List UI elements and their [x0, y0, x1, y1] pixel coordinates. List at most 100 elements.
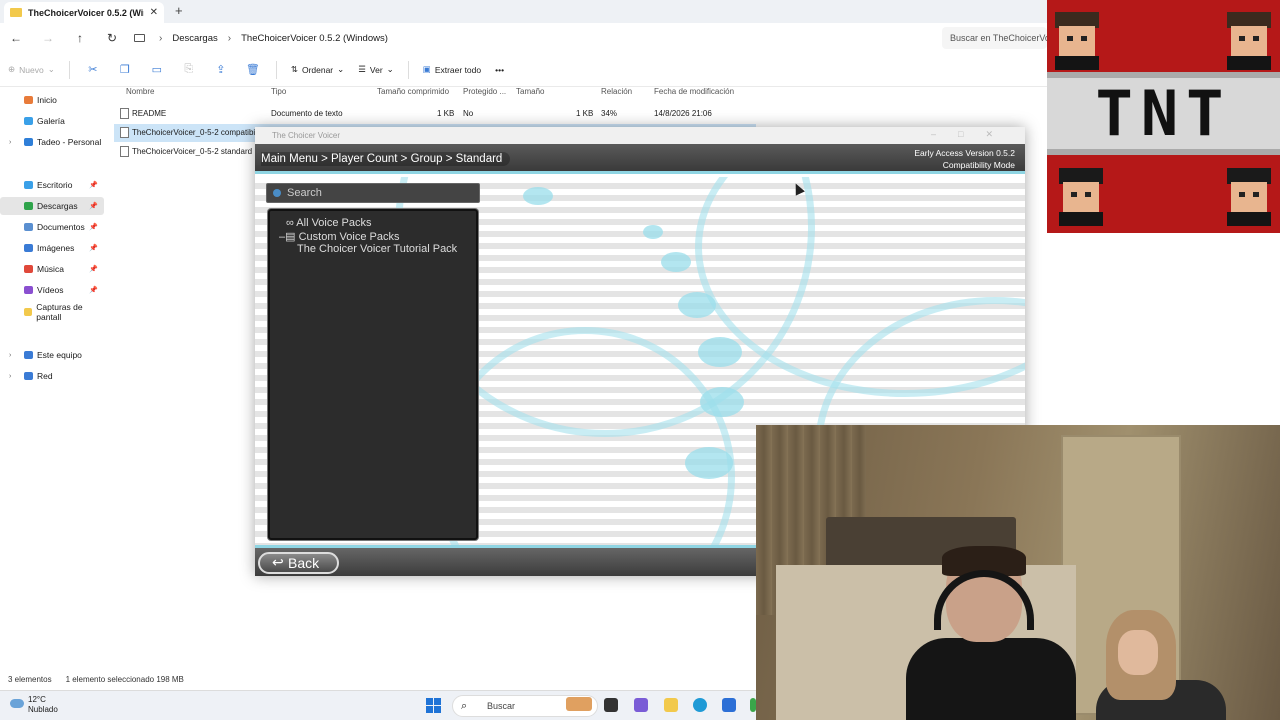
column-header-name[interactable]: Nombre: [126, 87, 154, 101]
video-icon: [24, 286, 33, 294]
back-button[interactable]: ↩ Back: [258, 552, 339, 574]
weather-condition: Nublado: [28, 705, 58, 714]
list-item-all-voice-packs[interactable]: ∞ All Voice Packs: [270, 217, 476, 230]
chevron-down-icon: ⌄: [337, 64, 345, 74]
folder-collapse-icon[interactable]: –▤: [279, 231, 296, 243]
file-modified: 14/8/2026 21:06: [654, 109, 712, 118]
forward-arrow-icon[interactable]: →: [32, 31, 64, 45]
column-header-size[interactable]: Tamaño: [516, 87, 544, 101]
menu-breadcrumb: Main Menu > Player Count > Group > Stand…: [261, 152, 511, 166]
address-bar: ← → ↑ ↻ › Descargas › TheChoicerVoicer 0…: [0, 23, 1047, 53]
pin-icon: 📌: [89, 203, 98, 210]
back-arrow-icon[interactable]: ←: [0, 31, 32, 45]
column-header-ratio[interactable]: Relación: [601, 87, 632, 101]
explorer-tab[interactable]: TheChoicerVoicer 0.5.2 (Wind ✕: [4, 2, 164, 23]
extract-label: Extraer todo: [434, 64, 482, 75]
copy-icon[interactable]: ❐: [116, 63, 134, 76]
delete-icon[interactable]: 🗑: [244, 63, 262, 76]
column-header-modified[interactable]: Fecha de modificación: [654, 87, 734, 101]
view-button[interactable]: ☰ Ver ⌄: [358, 64, 394, 75]
sidebar-item-home[interactable]: Inicio: [0, 91, 104, 109]
sidebar-item-label: Capturas de pantall: [36, 302, 83, 322]
extract-icon: ▣: [422, 64, 431, 74]
pixel-avatar: [1227, 12, 1271, 70]
list-item-custom-voice-packs[interactable]: –▤ Custom Voice Packs: [270, 230, 476, 243]
streamer: [906, 546, 1076, 720]
store-icon[interactable]: [722, 698, 736, 712]
task-view-icon[interactable]: [604, 698, 618, 712]
background-bubble: [643, 225, 663, 239]
sidebar-item-label: Galería: [37, 116, 65, 126]
sidebar-item-documents[interactable]: Documentos 📌: [0, 218, 104, 236]
edge-icon[interactable]: [693, 698, 707, 712]
up-arrow-icon[interactable]: ↑: [64, 31, 96, 45]
sidebar-item-screenshots[interactable]: Capturas de pantall: [0, 302, 104, 322]
table-row[interactable]: README Documento de texto 1 KB No 1 KB 3…: [114, 105, 756, 123]
list-item-tutorial-pack[interactable]: The Choicer Voicer Tutorial Pack: [270, 243, 476, 256]
search-highlight-icon[interactable]: [566, 697, 592, 711]
weather-widget[interactable]: 12°C Nublado: [10, 695, 58, 715]
tab-title: TheChoicerVoicer 0.5.2 (Wind: [28, 7, 144, 18]
sidebar-item-desktop[interactable]: Escritorio 📌: [0, 176, 104, 194]
chevron-right-icon[interactable]: ›: [9, 352, 11, 359]
mode-label: Compatibility Mode: [942, 160, 1015, 170]
sidebar-item-music[interactable]: Música 📌: [0, 260, 104, 278]
extract-all-button[interactable]: ▣ Extraer todo: [423, 64, 481, 75]
pixel-avatar: [1227, 168, 1271, 226]
paste-icon[interactable]: ▭: [148, 63, 166, 76]
refresh-icon[interactable]: ↻: [96, 31, 128, 45]
windows-start-icon[interactable]: [426, 698, 441, 713]
breadcrumb-downloads[interactable]: Descargas: [172, 33, 217, 44]
sidebar-item-label: Vídeos: [37, 285, 64, 295]
breadcrumb-folder[interactable]: TheChoicerVoicer 0.5.2 (Windows): [241, 33, 388, 44]
version-info: Early Access Version 0.5.2 Compatibility…: [914, 147, 1015, 171]
sidebar-item-this-pc[interactable]: › Este equipo: [0, 346, 104, 364]
sort-button[interactable]: ⇅ Ordenar ⌄: [291, 64, 344, 75]
file-explorer-icon[interactable]: [664, 698, 678, 712]
column-header-type[interactable]: Tipo: [271, 87, 286, 101]
divider: [68, 60, 70, 79]
chevron-right-icon[interactable]: ›: [9, 139, 11, 146]
sidebar-item-label: Escritorio: [37, 180, 73, 190]
new-tab-button[interactable]: +: [175, 3, 183, 18]
folder-icon: [10, 8, 22, 17]
chevron-down-icon: ⌄: [386, 64, 394, 74]
sidebar-item-videos[interactable]: Vídeos 📌: [0, 281, 104, 299]
app-icon[interactable]: [750, 698, 756, 712]
column-header-protected[interactable]: Protegido ...: [463, 87, 506, 101]
game-header: Main Menu > Player Count > Group > Stand…: [255, 144, 1025, 174]
sidebar-item-onedrive[interactable]: › Tadeo - Personal: [0, 133, 104, 151]
column-header-compressed-size[interactable]: Tamaño comprimido: [377, 87, 449, 101]
sidebar-item-gallery[interactable]: Galería: [0, 112, 104, 130]
background-bubble: [678, 292, 716, 318]
sidebar-item-network[interactable]: › Red: [0, 367, 104, 385]
taskbar: 12°C Nublado ⌕ Buscar: [0, 690, 756, 720]
copilot-icon[interactable]: [634, 698, 648, 712]
search-input[interactable]: Search: [266, 183, 480, 203]
download-icon: [24, 202, 33, 210]
new-button[interactable]: ⊕ Nuevo ⌄: [8, 64, 55, 75]
home-icon: [24, 96, 33, 104]
back-arrow-icon: ↩: [272, 554, 284, 570]
close-tab-icon[interactable]: ✕: [150, 7, 158, 18]
computer-icon[interactable]: [134, 34, 145, 42]
chevron-right-icon[interactable]: ›: [9, 373, 11, 380]
sidebar-item-label: Inicio: [37, 95, 57, 105]
folder-file-icon: [120, 146, 129, 157]
computer-icon: [24, 351, 33, 359]
list-item-label: The Choicer Voicer Tutorial Pack: [297, 243, 458, 255]
file-type: Documento de texto: [271, 109, 343, 118]
more-options-button[interactable]: •••: [495, 65, 504, 75]
background-bubble: [661, 252, 691, 272]
voice-pack-list: ∞ All Voice Packs –▤ Custom Voice Packs …: [268, 209, 478, 540]
item-count: 3 elementos: [8, 675, 52, 684]
window-controls[interactable]: –□✕: [931, 129, 1015, 140]
sidebar-item-downloads[interactable]: Descargas 📌: [0, 197, 104, 215]
sidebar-item-pictures[interactable]: Imágenes 📌: [0, 239, 104, 257]
rename-icon[interactable]: ⎘: [180, 63, 198, 76]
cut-icon[interactable]: ✂: [84, 63, 102, 76]
share-icon[interactable]: ⇪: [212, 63, 230, 76]
window-title: The Choicer Voicer: [272, 131, 341, 140]
search-input[interactable]: Buscar en TheChoicerVo: [942, 27, 1047, 49]
music-icon: [24, 265, 33, 273]
